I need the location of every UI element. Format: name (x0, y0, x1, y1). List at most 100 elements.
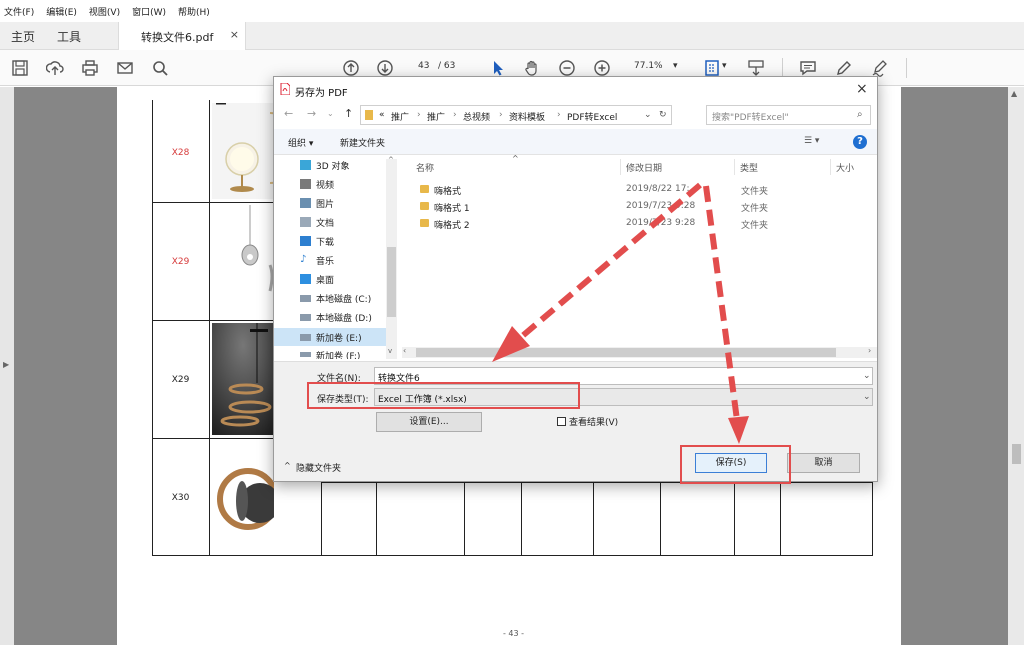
save-icon[interactable] (9, 57, 31, 79)
organize-button[interactable]: 组织 ▾ (288, 136, 313, 149)
dialog-title-bar: 另存为 PDF × (274, 77, 877, 103)
breadcrumb-item[interactable]: PDF转Excel (567, 110, 617, 123)
search-input[interactable]: 搜索"PDF转Excel" ⌕ (706, 105, 871, 125)
file-row[interactable]: 嗨格式 2 2019/7/23 9:28 文件夹 (416, 215, 876, 232)
hide-folders-button[interactable]: 隐藏文件夹 (296, 461, 341, 474)
chevron-down-icon[interactable]: ▾ (722, 61, 727, 71)
back-icon[interactable]: ← (284, 107, 293, 120)
column-size[interactable]: 大小 (836, 161, 854, 174)
file-row[interactable]: 嗨格式 1 2019/7/23 9:28 文件夹 (416, 198, 876, 215)
settings-button[interactable]: 设置(E)... (376, 412, 482, 432)
tab-bar: 主页 工具 转换文件6.pdf × (0, 22, 1024, 50)
chevron-left-icon[interactable]: ‹ (403, 346, 406, 355)
drive-icon (300, 334, 311, 341)
search-icon[interactable] (149, 57, 171, 79)
tab-document[interactable]: 转换文件6.pdf × (118, 22, 246, 50)
print-icon[interactable] (79, 57, 101, 79)
new-folder-button[interactable]: 新建文件夹 (340, 136, 385, 149)
chevron-down-icon[interactable]: ▾ (673, 61, 678, 71)
column-name[interactable]: 名称 (416, 161, 434, 174)
product-image (212, 323, 274, 435)
menu-file[interactable]: 文件(F) (4, 5, 34, 18)
breadcrumb-separator: › (417, 110, 421, 120)
view-options-icon[interactable]: ☰ ▾ (804, 136, 819, 146)
refresh-icon[interactable]: ↻ (659, 110, 667, 120)
zoom-level[interactable]: 77.1% (634, 61, 663, 71)
table-col-divider (593, 482, 594, 556)
column-divider[interactable] (620, 159, 621, 175)
nav-item-music[interactable]: 音乐 (316, 254, 334, 267)
column-date[interactable]: 修改日期 (626, 161, 662, 174)
drive-icon (300, 295, 311, 302)
up-folder-icon[interactable]: ↑ (344, 107, 353, 120)
folder-icon (420, 202, 429, 210)
nav-item-drive-f[interactable]: 新加卷 (F:) (316, 349, 360, 359)
chevron-down-icon[interactable]: ⌄ (327, 109, 334, 118)
page-number-input[interactable]: 43 (418, 61, 429, 71)
file-row[interactable]: 嗨格式 2019/8/22 17:... 文件夹 (416, 181, 876, 198)
column-divider[interactable] (734, 159, 735, 175)
breadcrumb-item[interactable]: 推广 (427, 110, 445, 123)
vertical-scrollbar[interactable] (1008, 87, 1024, 645)
nav-item-drive-e[interactable]: 新加卷 (E:) (316, 331, 362, 344)
dialog-title: 另存为 PDF (295, 88, 348, 99)
chevron-down-icon[interactable]: ⌄ (863, 392, 871, 402)
file-date: 2019/7/23 9:28 (626, 201, 696, 211)
page-footer-number: - 43 - (503, 629, 525, 638)
menu-edit[interactable]: 编辑(E) (46, 5, 77, 18)
menu-help[interactable]: 帮助(H) (178, 5, 210, 18)
menu-view[interactable]: 视图(V) (89, 5, 120, 18)
nav-scrollbar-thumb[interactable] (387, 247, 396, 317)
help-icon[interactable]: ? (853, 135, 867, 149)
file-type: 文件夹 (741, 204, 769, 214)
drive-icon (300, 314, 311, 321)
expand-panel-icon[interactable]: ▶ (3, 360, 9, 369)
nav-item-drive-c[interactable]: 本地磁盘 (C:) (316, 292, 371, 305)
chevron-down-icon[interactable]: ⌄ (644, 110, 652, 120)
breadcrumb-item[interactable]: 总视频 (463, 110, 490, 123)
address-bar[interactable]: « 推广 › 推广 › 总视频 › 资料模板 › PDF转Excel ⌄ ↻ (360, 105, 672, 125)
chevron-up-icon[interactable]: ^ (388, 156, 394, 164)
tab-tools[interactable]: 工具 (57, 28, 81, 45)
nav-item-3d-objects[interactable]: 3D 对象 (316, 159, 350, 172)
chevron-down-icon[interactable]: v (388, 347, 392, 355)
column-type[interactable]: 类型 (740, 161, 758, 174)
tab-home[interactable]: 主页 (11, 28, 35, 45)
search-placeholder: 搜索"PDF转Excel" (712, 113, 789, 123)
forward-icon[interactable]: → (307, 107, 316, 120)
row-label: X28 (171, 148, 190, 158)
page-total: / 63 (438, 61, 456, 71)
nav-item-drive-d[interactable]: 本地磁盘 (D:) (316, 311, 372, 324)
cancel-button[interactable]: 取消 (787, 453, 860, 473)
file-list-pane: 名称 ^ 修改日期 类型 大小 嗨格式 2019/8/22 17:... 文件夹… (402, 154, 877, 361)
chevron-up-icon[interactable]: ^ (284, 461, 291, 470)
download-icon (300, 236, 311, 246)
chevron-right-icon[interactable]: › (868, 346, 871, 355)
scrollbar-thumb[interactable] (1012, 444, 1021, 464)
column-divider[interactable] (830, 159, 831, 175)
nav-item-videos[interactable]: 视频 (316, 178, 334, 191)
nav-item-pictures[interactable]: 图片 (316, 197, 334, 210)
drive-icon (300, 352, 311, 357)
tab-document-label: 转换文件6.pdf (141, 31, 214, 44)
breadcrumb-overflow[interactable]: « (379, 110, 385, 120)
nav-item-downloads[interactable]: 下载 (316, 235, 334, 248)
product-image (212, 441, 274, 553)
chevron-down-icon[interactable]: ⌄ (863, 371, 871, 381)
view-results-label[interactable]: 查看结果(V) (569, 415, 618, 428)
nav-item-documents[interactable]: 文档 (316, 216, 334, 229)
file-date: 2019/7/23 9:28 (626, 218, 696, 228)
breadcrumb-item[interactable]: 资料模板 (509, 110, 545, 123)
breadcrumb-item[interactable]: 推广 (391, 110, 409, 123)
upload-icon[interactable] (44, 57, 66, 79)
table-col-divider (521, 482, 522, 556)
mail-icon[interactable] (114, 57, 136, 79)
menu-window[interactable]: 窗口(W) (132, 5, 166, 18)
horizontal-scrollbar-thumb[interactable] (416, 348, 836, 357)
nav-item-desktop[interactable]: 桌面 (316, 273, 334, 286)
menu-bar: 文件(F) 编辑(E) 视图(V) 窗口(W) 帮助(H) (0, 0, 1024, 22)
view-results-checkbox[interactable] (557, 417, 566, 426)
close-icon[interactable]: × (230, 28, 239, 41)
scroll-up-icon[interactable]: ▲ (1011, 89, 1017, 98)
close-icon[interactable]: × (856, 81, 868, 97)
